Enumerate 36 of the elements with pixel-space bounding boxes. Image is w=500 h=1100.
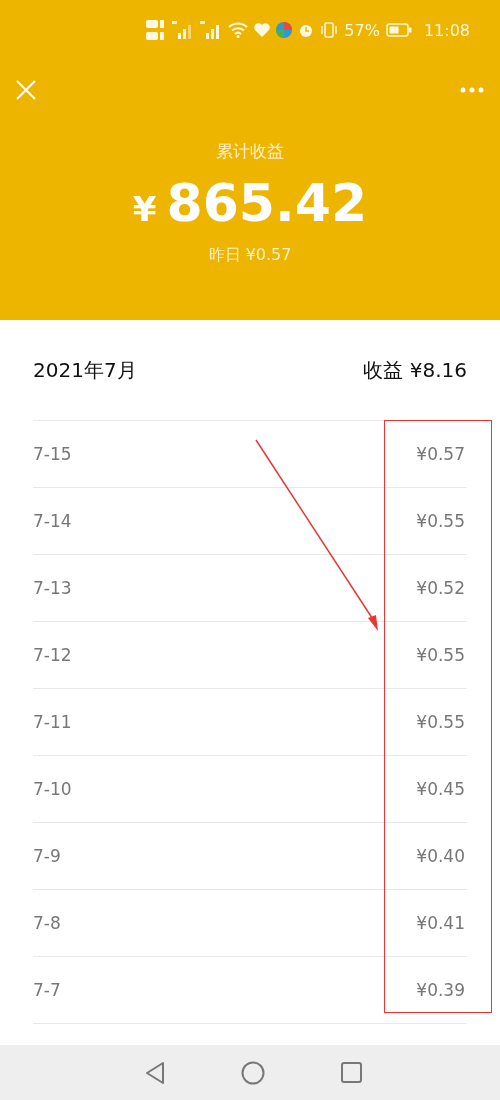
daily-earnings: ¥0.55 — [416, 645, 465, 665]
wifi-icon — [228, 22, 249, 38]
date-label: 7-7 — [33, 980, 61, 1000]
currency-symbol: ¥ — [132, 189, 157, 229]
total-earnings-amount: 865.42 — [166, 173, 368, 233]
clock-time: 11:08 — [423, 20, 470, 40]
recents-icon[interactable] — [340, 1062, 362, 1083]
date-label: 7-11 — [33, 712, 72, 732]
heart-icon — [254, 23, 271, 37]
daily-earnings: ¥0.52 — [416, 578, 465, 598]
daily-earnings: ¥0.40 — [416, 846, 465, 866]
alarm-icon — [298, 22, 315, 38]
date-label: 7-13 — [33, 578, 72, 598]
month-label[interactable]: 2021年7月 — [33, 356, 137, 384]
date-label: 7-10 — [33, 779, 72, 799]
battery-icon — [385, 23, 412, 37]
daily-earnings: ¥0.57 — [416, 444, 465, 464]
date-label: 7-12 — [33, 645, 72, 665]
date-label: 7-14 — [33, 511, 72, 531]
sim-icon — [146, 18, 167, 42]
total-earnings-label: 累计收益 — [216, 141, 284, 161]
battery-percent: 57% — [344, 20, 380, 40]
date-label: 7-9 — [33, 846, 61, 866]
date-label: 7-15 — [33, 444, 72, 464]
daily-earnings: ¥0.39 — [416, 980, 465, 1000]
daily-earnings: ¥0.45 — [416, 779, 465, 799]
back-icon[interactable] — [144, 1061, 165, 1084]
month-earnings: 收益 ¥8.16 — [363, 356, 467, 384]
date-label: 7-8 — [33, 913, 61, 933]
vibrate-icon — [320, 22, 339, 38]
home-icon[interactable] — [240, 1060, 265, 1085]
daily-earnings: ¥0.55 — [416, 712, 465, 732]
daily-earnings: ¥0.55 — [416, 511, 465, 531]
daily-earnings: ¥0.41 — [416, 913, 465, 933]
app-icon — [276, 22, 293, 38]
yesterday-earnings: 昨日 ¥0.57 — [208, 245, 292, 264]
